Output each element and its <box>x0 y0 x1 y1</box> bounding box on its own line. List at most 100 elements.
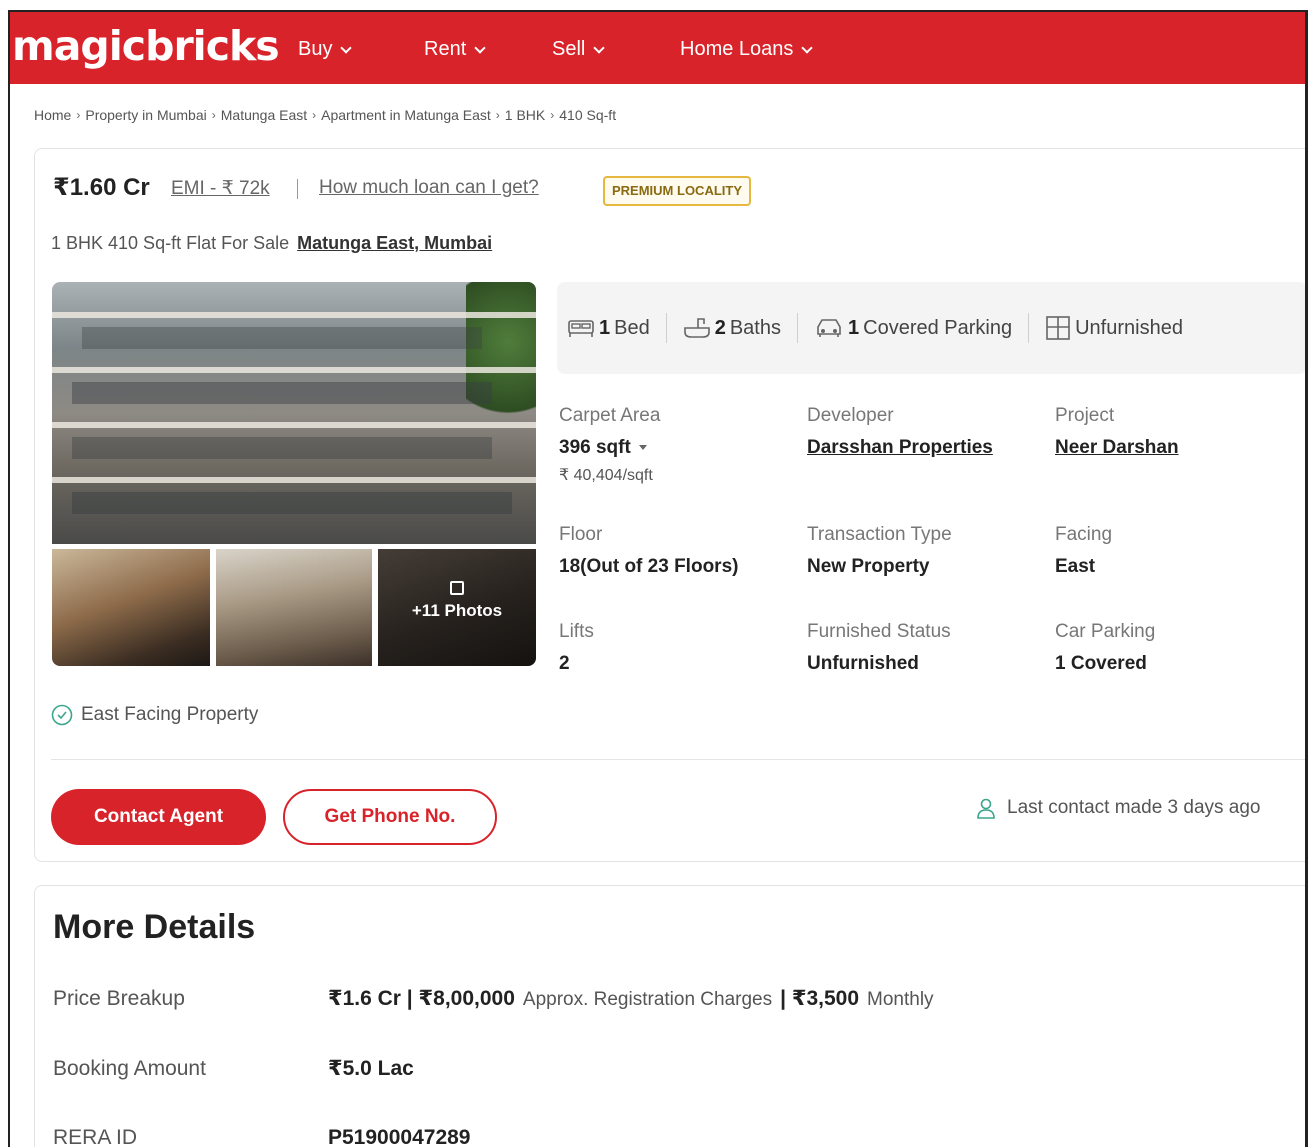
breadcrumb-separator-icon: › <box>211 108 216 122</box>
registration-note: Approx. Registration Charges <box>522 989 773 1010</box>
breadcrumb-area: 410 Sq-ft <box>559 107 617 123</box>
booking-amount-row: Booking Amount ₹5.0 Lac <box>53 1056 414 1081</box>
project-link[interactable]: Neer Darshan <box>1055 437 1179 459</box>
bath-icon <box>683 318 710 338</box>
nav-buy-label: Buy <box>298 38 333 60</box>
last-contact-info: Last contact made 3 days ago <box>975 797 1261 819</box>
bed-label: Bed <box>614 316 650 339</box>
facing-highlight: East Facing Property <box>51 704 258 726</box>
detail-carpet-area: Carpet Area 396 sqft ₹ 40,404/sqft <box>559 405 660 485</box>
project-label: Project <box>1055 405 1115 426</box>
detail-car-parking: Car Parking 1 Covered <box>1055 621 1155 675</box>
car-parking-label: Car Parking <box>1055 621 1156 642</box>
bath-count: 2 <box>714 316 726 339</box>
nav-buy[interactable]: Buy <box>298 38 353 61</box>
feature-bath: 2 Baths <box>665 313 797 343</box>
price-breakup-value: ₹1.6 Cr | ₹8,00,000 <box>328 987 515 1010</box>
tree-image-detail <box>466 282 536 432</box>
divider <box>297 179 298 199</box>
get-phone-button[interactable]: Get Phone No. <box>283 789 497 845</box>
breadcrumb: Home › Property in Mumbai › Matunga East › … <box>34 107 616 123</box>
magicbricks-logo[interactable]: magicbricks <box>12 22 280 70</box>
facing-value: East <box>1055 556 1096 577</box>
rera-id-row: RERA ID P51900047289 <box>53 1126 470 1147</box>
floor-label: Floor <box>559 524 603 545</box>
user-icon <box>977 798 995 819</box>
kitchen-photo-thumbnail[interactable] <box>216 549 372 666</box>
floor-value: 18(Out of 23 Floors) <box>559 556 739 577</box>
gallery-icon <box>450 581 464 595</box>
booking-amount-value: ₹5.0 Lac <box>328 1057 414 1080</box>
nav-rent[interactable]: Rent <box>424 38 486 61</box>
more-photos-label: +11 Photos <box>411 601 503 620</box>
chevron-down-icon <box>474 41 486 54</box>
nav-sell[interactable]: Sell <box>552 38 606 61</box>
price-per-sqft: ₹ 40,404/sqft <box>559 467 653 484</box>
site-header: magicbricks Buy Rent Sell Home Loans <box>10 12 1305 84</box>
detail-project: Project Neer Darshan <box>1055 405 1179 459</box>
feature-summary: 1 Bed 2 Baths 1 Covered Parking Unfurnished <box>557 282 1305 374</box>
breadcrumb-separator-icon: › <box>76 108 81 122</box>
developer-label: Developer <box>807 405 894 426</box>
detail-lifts: Lifts 2 <box>559 621 594 675</box>
contact-agent-button[interactable]: Contact Agent <box>51 789 266 845</box>
caret-down-icon <box>638 445 647 451</box>
carpet-area-text: 396 sqft <box>559 437 631 458</box>
car-parking-value: 1 Covered <box>1055 653 1147 674</box>
furniture-icon <box>1046 316 1070 340</box>
transaction-type-value: New Property <box>807 556 930 577</box>
detail-transaction-type: Transaction Type New Property <box>807 524 952 578</box>
chevron-down-icon <box>801 41 814 54</box>
bed-count: 1 <box>599 316 611 339</box>
breadcrumb-bhk[interactable]: 1 BHK <box>505 107 545 123</box>
more-photos-button[interactable]: +11 Photos <box>378 581 536 621</box>
breadcrumb-separator-icon: › <box>312 108 317 122</box>
facing-highlight-text: East Facing Property <box>81 704 259 725</box>
maintenance-note: Monthly <box>867 989 934 1010</box>
chevron-down-icon <box>340 41 353 54</box>
parking-count: 1 <box>848 316 860 339</box>
feature-bed: 1 Bed <box>567 313 666 343</box>
lifts-value: 2 <box>559 653 570 674</box>
location-link[interactable]: Matunga East, Mumbai <box>297 233 492 253</box>
more-photos-thumbnail[interactable]: +11 Photos <box>378 549 536 666</box>
furnished-status-label: Furnished Status <box>807 621 951 642</box>
kitchen-photo-thumbnail[interactable] <box>52 549 210 666</box>
browser-frame: magicbricks Buy Rent Sell Home Loans Hom… <box>8 10 1308 1147</box>
developer-link[interactable]: Darsshan Properties <box>807 437 993 459</box>
breadcrumb-separator-icon: › <box>550 108 555 122</box>
bed-icon <box>568 320 594 337</box>
breadcrumb-apartment[interactable]: Apartment in Matunga East <box>321 107 491 123</box>
rera-id-label: RERA ID <box>53 1126 138 1147</box>
breadcrumb-locality[interactable]: Matunga East <box>221 107 307 123</box>
transaction-type-label: Transaction Type <box>807 524 952 545</box>
detail-facing: Facing East <box>1055 524 1112 578</box>
bath-label: Baths <box>729 316 781 339</box>
feature-furnishing: Unfurnished <box>1028 313 1199 343</box>
emi-link[interactable]: EMI - ₹ 72k <box>171 177 270 200</box>
booking-amount-label: Booking Amount <box>53 1057 206 1080</box>
more-details-title: More Details <box>53 908 256 946</box>
listing-card: ₹1.60 Cr EMI - ₹ 72k How much loan can I… <box>34 148 1305 862</box>
carpet-area-value[interactable]: 396 sqft <box>559 437 660 459</box>
listing-price: ₹1.60 Cr <box>53 174 150 201</box>
loan-eligibility-link[interactable]: How much loan can I get? <box>319 177 539 199</box>
car-icon <box>817 319 841 337</box>
main-property-photo[interactable] <box>52 282 536 544</box>
facing-label: Facing <box>1055 524 1113 545</box>
nav-rent-label: Rent <box>424 38 467 60</box>
parking-label: Covered Parking <box>863 316 1013 339</box>
maintenance-value: | ₹3,500 <box>780 987 860 1010</box>
divider <box>51 759 1305 760</box>
feature-parking: 1 Covered Parking <box>797 313 1028 343</box>
breadcrumb-city[interactable]: Property in Mumbai <box>85 107 206 123</box>
nav-home-loans-label: Home Loans <box>680 38 794 60</box>
listing-subtitle: 1 BHK 410 Sq-ft Flat For Sale Matunga Eas… <box>51 233 492 254</box>
breadcrumb-home[interactable]: Home <box>34 107 71 123</box>
check-circle-icon <box>51 704 73 726</box>
carpet-area-label: Carpet Area <box>559 405 661 426</box>
detail-floor: Floor 18(Out of 23 Floors) <box>559 524 738 578</box>
listing-title: 1 BHK 410 Sq-ft Flat For Sale <box>51 233 290 253</box>
last-contact-text: Last contact made 3 days ago <box>1007 797 1261 818</box>
nav-home-loans[interactable]: Home Loans <box>680 38 814 61</box>
